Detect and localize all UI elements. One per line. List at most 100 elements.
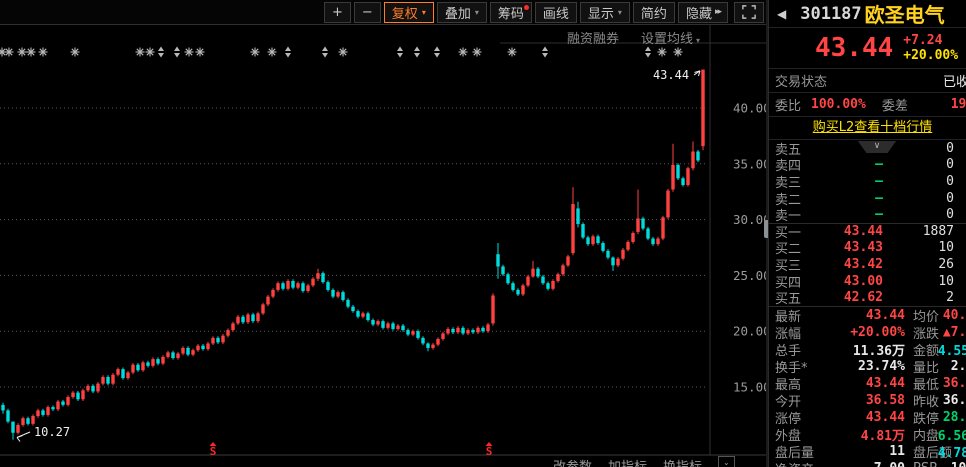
stat-row: 外盘4.81万内盘6.56万 xyxy=(769,426,966,443)
add-indicator-link[interactable]: 加指标 xyxy=(608,456,647,467)
svg-text:35.00: 35.00 xyxy=(733,156,768,171)
stat-row: 总手11.36万金额4.55亿 xyxy=(769,341,966,358)
order-book: 卖五—0卖四—0卖三—0卖二—0卖一—0买一43.441887买二43.4310… xyxy=(769,140,966,307)
price-change-percent: +20.00% xyxy=(903,48,958,63)
level-price: 42.62 xyxy=(815,290,883,305)
level-volume: 0 xyxy=(883,174,966,189)
stats-grid: 最新43.44均价40.29涨幅+20.00%涨跌▲7.24总手11.36万金额… xyxy=(769,307,966,467)
stat-value: 40.29 xyxy=(943,308,966,323)
buy-level-row[interactable]: 买五42.622 xyxy=(769,289,966,306)
display-button[interactable]: 显示▾ xyxy=(580,2,630,23)
chart-footer-links: 改参数 加指标 换指标 ⌄ xyxy=(553,456,735,467)
double-arrow-icon: ▸▸ xyxy=(715,7,720,17)
draw-line-button[interactable]: 画线 xyxy=(535,2,577,23)
weibi-value: 100.00% xyxy=(811,97,866,112)
stat-value: 11 xyxy=(831,444,905,459)
chevron-down-icon: ▾ xyxy=(422,8,426,17)
hide-button[interactable]: 隐藏▸▸ xyxy=(678,2,728,23)
stat-row: 盘后量11盘后额4.78万 xyxy=(769,443,966,460)
kline-chart-area[interactable]: 40.0035.0030.0025.0020.0015.00SS43.4410.… xyxy=(0,25,768,467)
level-label: 买五 xyxy=(775,288,815,307)
level-volume: 0 xyxy=(883,207,966,222)
stat-row: 涨幅+20.00%涨跌▲7.24 xyxy=(769,324,966,341)
stat-value: 11.36万 xyxy=(831,340,905,359)
notification-dot xyxy=(524,5,529,10)
buy-level-row[interactable]: 买二43.4310 xyxy=(769,240,966,257)
fullscreen-button[interactable] xyxy=(734,2,764,23)
sell-level-row[interactable]: 卖一—0 xyxy=(769,206,966,223)
zoom-out-button[interactable]: − xyxy=(354,2,381,23)
stat-value: 36.20 xyxy=(943,393,966,408)
level-volume: 2 xyxy=(883,290,966,305)
trade-status-row: 交易状态 已收盘 xyxy=(769,69,966,93)
svg-text:30.00: 30.00 xyxy=(733,212,768,227)
stat-label: PSR xyxy=(913,461,938,467)
stat-row: 净资产7.00PSR10.5 xyxy=(769,460,966,467)
stat-value: 36.58 xyxy=(831,393,905,408)
level-price: 43.00 xyxy=(815,274,883,289)
chips-button[interactable]: 筹码 xyxy=(490,2,532,23)
buy-level-row[interactable]: 买四43.0010 xyxy=(769,273,966,290)
stat-row: 最高43.44最低36.21 xyxy=(769,375,966,392)
level-volume: 10 xyxy=(883,240,966,255)
weibi-label: 委比 xyxy=(775,95,801,114)
level-volume: 1887 xyxy=(883,224,966,239)
price-block: 43.44 +7.24 +20.00% xyxy=(769,28,966,69)
zoom-in-button[interactable]: + xyxy=(324,2,351,23)
stat-row: 最新43.44均价40.29 xyxy=(769,307,966,324)
svg-text:10.27: 10.27 xyxy=(34,425,70,439)
overlay-button[interactable]: 叠加▾ xyxy=(437,2,487,23)
level-volume: 0 xyxy=(883,191,966,206)
stock-code: 301187 xyxy=(800,4,861,24)
stat-value: 4.81万 xyxy=(831,425,905,444)
stat-value: 4.55亿 xyxy=(938,340,966,359)
toolbar-buttons: +−复权▾叠加▾筹码画线显示▾简约隐藏▸▸ xyxy=(321,2,728,23)
level-volume: 10 xyxy=(883,274,966,289)
stat-label: 净资产 xyxy=(775,459,831,467)
svg-text:15.00: 15.00 xyxy=(733,380,768,395)
svg-text:20.00: 20.00 xyxy=(733,324,768,339)
buy-level-row[interactable]: 买三43.4226 xyxy=(769,256,966,273)
l2-purchase-link[interactable]: 购买L2查看十档行情 xyxy=(769,117,966,140)
margin-trading-link[interactable]: 融资融券 xyxy=(567,28,619,47)
adjust-mode-button[interactable]: 复权▾ xyxy=(384,2,434,23)
level-price: — xyxy=(815,207,883,222)
level-price: — xyxy=(815,157,883,172)
stat-value: 43.44 xyxy=(831,308,905,323)
stat-value: 23.74% xyxy=(831,359,905,374)
level-volume: 0 xyxy=(883,157,966,172)
sell-level-row[interactable]: 卖四—0 xyxy=(769,157,966,174)
svg-text:43.44: 43.44 xyxy=(653,68,689,82)
ma-settings-link[interactable]: 设置均线▾ xyxy=(641,28,700,47)
simple-mode-button[interactable]: 简约 xyxy=(633,2,675,23)
switch-indicator-link[interactable]: 换指标 xyxy=(663,456,702,467)
back-icon[interactable]: ◀ xyxy=(777,7,786,21)
stat-value: 7.00 xyxy=(831,461,905,467)
stat-value: 43.44 xyxy=(831,410,905,425)
buy-level-row[interactable]: 买一43.441887 xyxy=(769,223,966,240)
weicha-value: 1935 xyxy=(951,97,966,112)
sell-level-row[interactable]: 卖二—0 xyxy=(769,190,966,207)
level-price: — xyxy=(815,191,883,206)
weibi-row: 委比 100.00% 委差 1935 xyxy=(769,93,966,117)
trade-status-value: 已收盘 xyxy=(943,71,966,90)
stat-value: +20.00% xyxy=(831,325,905,340)
chevron-down-icon: ▾ xyxy=(618,8,622,17)
stat-row: 涨停43.44跌停28.96 xyxy=(769,409,966,426)
level-volume: 26 xyxy=(883,257,966,272)
quote-panel: ◀ 301187 欧圣电气 43.44 +7.24 +20.00% 交易状态 已… xyxy=(768,0,966,467)
level-price: 43.43 xyxy=(815,240,883,255)
fullscreen-icon xyxy=(742,5,756,19)
stat-value: 28.96 xyxy=(943,410,966,425)
stat-value: 2.35 xyxy=(951,359,966,374)
kline-svg[interactable]: 40.0035.0030.0025.0020.0015.00SS43.4410.… xyxy=(0,25,768,467)
stat-value: 36.21 xyxy=(943,376,966,391)
indicator-dropdown[interactable]: ⌄ xyxy=(718,456,735,467)
chart-header-links: 融资融券 设置均线▾ xyxy=(0,28,708,47)
sell-level-row[interactable]: 卖三—0 xyxy=(769,173,966,190)
svg-text:S: S xyxy=(210,445,217,458)
edit-params-link[interactable]: 改参数 xyxy=(553,456,592,467)
stat-row: 换手*23.74%量比2.35 xyxy=(769,358,966,375)
svg-text:S: S xyxy=(486,445,493,458)
stat-value: 43.44 xyxy=(831,376,905,391)
